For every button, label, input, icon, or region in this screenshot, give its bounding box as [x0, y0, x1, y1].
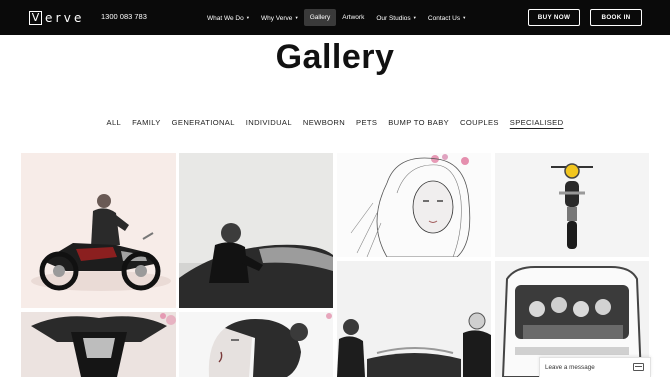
photo-man-in-convertible[interactable]: [179, 153, 333, 308]
filter-family[interactable]: FAMILY: [127, 118, 167, 127]
book-in-button[interactable]: BOOK IN: [590, 9, 642, 26]
nav-item-label: Contact Us: [427, 15, 461, 22]
buy-now-button[interactable]: BUY NOW: [528, 9, 580, 26]
nav-item-why-verve[interactable]: Why Verve ▾: [255, 9, 304, 26]
chat-window-icon: [633, 363, 644, 371]
photo-man-on-motorcycle-image: [21, 153, 176, 308]
leave-message-widget[interactable]: Leave a message: [539, 357, 651, 377]
photo-girl-sketch-portrait[interactable]: [337, 153, 491, 257]
nav-item-label: Artwork: [342, 14, 365, 21]
filter-bump-to-baby[interactable]: BUMP TO BABY: [383, 118, 455, 127]
chevron-down-icon: ▾: [295, 15, 298, 20]
nav-item-contact-us[interactable]: Contact Us ▾: [422, 9, 471, 26]
photo-man-on-motorcycle[interactable]: [21, 153, 176, 308]
filter-pets[interactable]: PETS: [351, 118, 383, 127]
verve-logo[interactable]: V erve: [29, 10, 85, 25]
phone-number[interactable]: 1300 083 783: [101, 12, 147, 21]
top-navigation-bar: V erve 1300 083 783 What We Do ▾ Why Verve…: [0, 0, 670, 35]
photo-couple-in-convertible-image: [337, 261, 491, 377]
filter-generational[interactable]: GENERATIONAL: [166, 118, 240, 127]
photo-couple-in-convertible[interactable]: [337, 261, 491, 377]
nav-item-label: Our Studios: [376, 15, 411, 22]
nav-item-artwork[interactable]: Artwork: [336, 9, 370, 26]
nav-item-label: Why Verve: [261, 15, 293, 22]
photo-woman-profile[interactable]: [179, 312, 333, 377]
logo-initial: V: [29, 10, 42, 25]
filter-all[interactable]: ALL: [101, 118, 127, 127]
photo-motorcycle-front[interactable]: [21, 312, 176, 377]
nav-item-our-studios[interactable]: Our Studios ▾: [370, 9, 422, 26]
chevron-down-icon: ▾: [246, 15, 249, 20]
photo-motorcycle-yellow-light-image: [495, 153, 649, 257]
filter-newborn[interactable]: NEWBORN: [297, 118, 350, 127]
photo-motorcycle-front-image: [21, 312, 176, 377]
filter-individual[interactable]: INDIVIDUAL: [240, 118, 297, 127]
nav-item-what-we-do[interactable]: What We Do ▾: [201, 9, 255, 26]
logo-text: erve: [45, 10, 85, 25]
chevron-down-icon: ▾: [413, 15, 416, 20]
photo-girl-sketch-portrait-image: [337, 153, 491, 257]
chevron-down-icon: ▾: [463, 15, 466, 20]
nav-item-label: Gallery: [309, 14, 331, 21]
filter-specialised[interactable]: SPECIALISED: [504, 118, 569, 127]
nav-item-label: What We Do: [207, 15, 244, 22]
photo-man-in-convertible-image: [179, 153, 333, 308]
gallery-filter-bar: ALL FAMILY GENERATIONAL INDIVIDUAL NEWBORN PE…: [0, 118, 670, 127]
filter-couples[interactable]: COUPLES: [455, 118, 505, 127]
nav-item-gallery[interactable]: Gallery: [303, 9, 337, 26]
main-nav: What We Do ▾ Why Verve ▾ Gallery Artwork Our S…: [201, 9, 471, 26]
chat-label: Leave a message: [545, 364, 595, 371]
photo-motorcycle-yellow-light[interactable]: [495, 153, 649, 257]
page-title: Gallery: [275, 38, 395, 76]
photo-woman-profile-image: [179, 312, 333, 377]
